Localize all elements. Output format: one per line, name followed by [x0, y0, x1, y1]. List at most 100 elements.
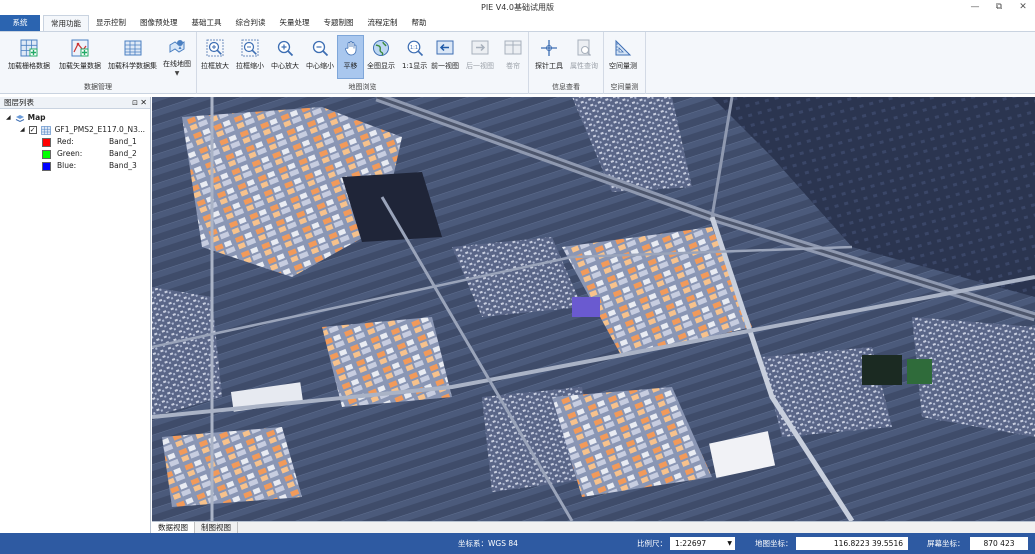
add-raster-button[interactable]: 加载栅格数据	[8, 36, 50, 76]
band-row-green: Green: Band_2	[42, 148, 137, 160]
zoom-out-icon	[310, 38, 330, 58]
tab-help[interactable]: 帮助	[405, 15, 434, 31]
ribbon: 加载栅格数据 加载矢量数据 加载科学数据集 在线地图 ▼ 数据管理 拉框放大 拉…	[0, 32, 1035, 94]
close-icon[interactable]: ✕	[140, 97, 147, 109]
layer-item-gf1[interactable]: ◢ ✓ GF1_PMS2_E117.0_N3...	[20, 124, 145, 136]
swipe-icon	[503, 38, 523, 58]
map-root-label: Map	[27, 113, 46, 122]
zoom-out-drag-label: 拉框缩小	[236, 62, 264, 70]
collapse-triangle-icon[interactable]: ◢	[6, 112, 11, 124]
zoom-out-drag-button[interactable]: 拉框缩小	[236, 36, 264, 76]
scale-label: 比例尺：	[637, 539, 667, 548]
forward-arrow-icon	[470, 38, 490, 58]
add-vector-label: 加载矢量数据	[59, 62, 101, 70]
status-bar: 坐标系：WGS 84 比例尺： 1:22697 ▼ 地图坐标： 116.8223…	[0, 533, 1035, 554]
tab-basic-tools[interactable]: 基础工具	[185, 15, 229, 31]
layer-visibility-checkbox[interactable]: ✓	[28, 126, 37, 134]
close-button[interactable]: ✕	[1011, 0, 1035, 16]
band-value: Band_2	[109, 149, 137, 158]
center-zoom-in-label: 中心放大	[271, 62, 299, 70]
tab-common[interactable]: 常用功能	[43, 15, 89, 31]
vector-layer-icon	[70, 38, 90, 58]
tab-thematic[interactable]: 专题制图	[317, 15, 361, 31]
view-tabs: 数据视图 制图视图	[152, 521, 1035, 534]
roll-label: 卷帘	[506, 62, 520, 70]
zoom-in-drag-button[interactable]: 拉框放大	[201, 36, 229, 76]
svg-text:1:1: 1:1	[410, 45, 418, 51]
add-science-dataset-button[interactable]: 加载科学数据集	[108, 36, 157, 76]
attr-query-button[interactable]: 属性查询	[570, 36, 598, 76]
center-zoom-in-button[interactable]: 中心放大	[271, 36, 299, 76]
band-row-red: Red: Band_1	[42, 136, 137, 148]
space-measure-button[interactable]: 空间量测	[609, 36, 637, 76]
center-zoom-out-button[interactable]: 中心缩小	[306, 36, 334, 76]
add-vector-button[interactable]: 加载矢量数据	[59, 36, 101, 76]
crosshair-icon	[539, 38, 559, 58]
tree-root-map[interactable]: ◢ Map	[6, 112, 46, 124]
dataset-table-icon	[123, 38, 143, 58]
actual-size-icon: 1:1	[405, 38, 425, 58]
tab-system[interactable]: 系统	[0, 15, 40, 31]
map-coord-field: 116.8223 39.5516	[796, 537, 908, 550]
layer-panel-title: 图层列表	[4, 98, 34, 107]
one-to-one-label: 1:1显示	[402, 62, 428, 70]
tab-interpret[interactable]: 综合判读	[229, 15, 273, 31]
chevron-down-icon[interactable]: ▼	[175, 70, 180, 77]
satellite-image	[152, 97, 1035, 521]
next-view-button[interactable]: 后一视图	[466, 36, 494, 76]
raster-grid-icon	[19, 38, 39, 58]
collapse-triangle-icon[interactable]: ◢	[20, 124, 25, 136]
pin-icon[interactable]: ⊡	[132, 97, 138, 109]
online-map-button[interactable]: 在线地图 ▼	[163, 36, 191, 77]
add-raster-label: 加载栅格数据	[8, 62, 50, 70]
probe-label: 探针工具	[535, 62, 563, 70]
online-map-icon	[167, 38, 187, 56]
chevron-down-icon: ▼	[727, 540, 732, 547]
band-label: Red:	[57, 137, 74, 146]
green-swatch	[42, 149, 51, 159]
band-row-blue: Blue: Band_3	[42, 160, 137, 172]
map-canvas[interactable]	[152, 97, 1035, 521]
roll-button[interactable]: 卷帘	[503, 36, 523, 76]
pan-button[interactable]: 平移	[337, 35, 364, 79]
prev-view-label: 前一视图	[431, 62, 459, 70]
scale-select[interactable]: 1:22697 ▼	[670, 537, 735, 550]
space-measure-label: 空间量测	[609, 62, 637, 70]
map-layers-icon	[15, 114, 25, 123]
crs-text: 坐标系：WGS 84	[458, 539, 518, 548]
prev-view-button[interactable]: 前一视图	[431, 36, 459, 76]
window-title: PIE V4.0基础试用版	[481, 3, 554, 12]
layer-name: GF1_PMS2_E117.0_N3...	[54, 125, 146, 134]
band-label: Green:	[57, 149, 83, 158]
globe-icon	[371, 38, 391, 58]
screen-coord-label: 屏幕坐标：	[927, 539, 965, 548]
online-map-label: 在线地图	[163, 60, 191, 68]
tab-preprocess[interactable]: 图像预处理	[133, 15, 185, 31]
info-query-icon	[574, 38, 594, 58]
map-coord-label: 地图坐标：	[755, 539, 793, 548]
zoom-in-drag-label: 拉框放大	[201, 62, 229, 70]
app-window: PIE V4.0基础试用版 — ⧉ ✕ 系统 常用功能 显示控制 图像预处理 基…	[0, 0, 1035, 554]
group-map-browse: 拉框放大 拉框缩小 中心放大 中心缩小 平移 全图显示 1:1 1:1显示 前一…	[197, 32, 529, 94]
add-science-label: 加载科学数据集	[108, 62, 157, 70]
restore-button[interactable]: ⧉	[987, 0, 1011, 16]
attr-query-label: 属性查询	[570, 62, 598, 70]
tab-display[interactable]: 显示控制	[89, 15, 133, 31]
group-measure: 空间量测 空间量测	[604, 32, 646, 94]
raster-layer-icon	[40, 125, 51, 135]
back-arrow-icon	[435, 38, 455, 58]
one-to-one-button[interactable]: 1:1 1:1显示	[402, 36, 427, 76]
full-extent-button[interactable]: 全图显示	[367, 36, 395, 76]
band-value: Band_3	[109, 161, 137, 170]
red-swatch	[42, 137, 51, 147]
tab-vector[interactable]: 矢量处理	[273, 15, 317, 31]
layer-panel-header: 图层列表 ⊡ ✕	[0, 97, 150, 109]
center-zoom-out-label: 中心缩小	[306, 62, 334, 70]
tab-workflow[interactable]: 流程定制	[361, 15, 405, 31]
group-data-management: 加载栅格数据 加载矢量数据 加载科学数据集 在线地图 ▼ 数据管理	[0, 32, 197, 94]
zoom-in-box-icon	[205, 38, 225, 58]
probe-tool-button[interactable]: 探针工具	[535, 36, 563, 76]
group-label-measure: 空间量测	[610, 83, 639, 91]
minimize-button[interactable]: —	[963, 0, 987, 16]
group-label-browse: 地图浏览	[348, 83, 377, 91]
